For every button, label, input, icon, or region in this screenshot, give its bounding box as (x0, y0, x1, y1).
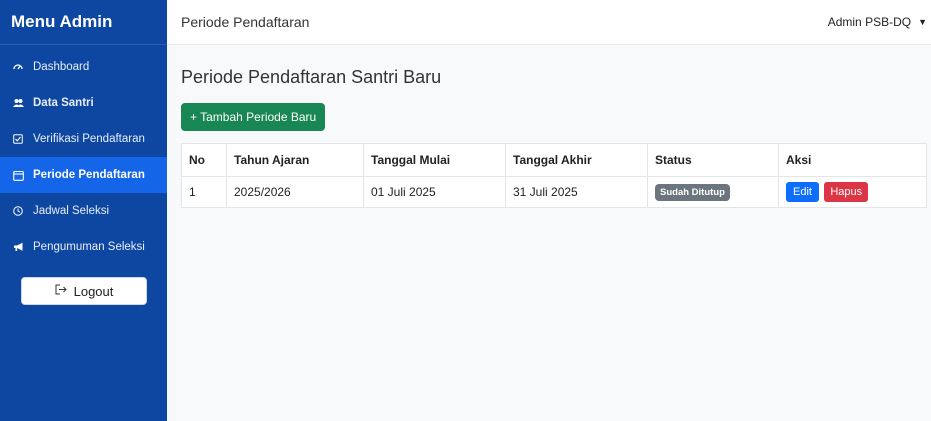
cell-no: 1 (181, 176, 227, 208)
sidebar: Menu Admin Dashboard Data Santri Verifik… (0, 0, 167, 421)
cell-tanggal-akhir: 31 Juli 2025 (505, 176, 648, 208)
user-menu-dropdown[interactable]: Admin PSB-DQ ▼ (828, 15, 927, 29)
sidebar-item-label: Pengumuman Seleksi (33, 241, 145, 253)
megaphone-icon (11, 242, 25, 252)
topbar-title: Periode Pendaftaran (181, 14, 310, 30)
content-area: Periode Pendaftaran Santri Baru + Tambah… (167, 45, 931, 208)
period-table: No Tahun Ajaran Tanggal Mulai Tanggal Ak… (181, 143, 927, 208)
cell-aksi: Edit Hapus (778, 176, 927, 208)
sidebar-item-jadwal[interactable]: Jadwal Seleksi (0, 193, 167, 229)
logout-icon (55, 284, 67, 298)
status-badge: Sudah Ditutup (655, 183, 730, 201)
column-header-tanggal-mulai: Tanggal Mulai (363, 143, 506, 177)
cell-tahun-ajaran: 2025/2026 (226, 176, 364, 208)
sidebar-item-verifikasi[interactable]: Verifikasi Pendaftaran (0, 121, 167, 157)
sidebar-item-label: Verifikasi Pendaftaran (33, 133, 145, 145)
sidebar-item-periode[interactable]: Periode Pendaftaran (0, 157, 167, 193)
sidebar-item-pengumuman[interactable]: Pengumuman Seleksi (0, 229, 167, 265)
edit-button[interactable]: Edit (786, 182, 819, 202)
app-root: Menu Admin Dashboard Data Santri Verifik… (0, 0, 931, 421)
check-square-icon (11, 134, 25, 144)
sidebar-item-label: Data Santri (33, 97, 94, 109)
sidebar-menu: Dashboard Data Santri Verifikasi Pendaft… (0, 45, 167, 265)
sidebar-item-label: Jadwal Seleksi (33, 205, 110, 217)
sidebar-item-label: Periode Pendaftaran (33, 169, 145, 181)
table-header-row: No Tahun Ajaran Tanggal Mulai Tanggal Ak… (181, 143, 927, 177)
topbar: Periode Pendaftaran Admin PSB-DQ ▼ (167, 0, 931, 45)
main-area: Periode Pendaftaran Admin PSB-DQ ▼ Perio… (167, 0, 931, 421)
clock-icon (11, 206, 25, 216)
cell-tanggal-mulai: 01 Juli 2025 (363, 176, 506, 208)
logout-wrapper: Logout (0, 265, 167, 305)
dashboard-icon (11, 62, 25, 72)
calendar-icon (11, 170, 25, 181)
users-icon (11, 98, 25, 108)
column-header-tanggal-akhir: Tanggal Akhir (505, 143, 648, 177)
column-header-tahun-ajaran: Tahun Ajaran (226, 143, 364, 177)
logout-button[interactable]: Logout (21, 277, 147, 305)
sidebar-title: Menu Admin (0, 0, 167, 45)
caret-down-icon: ▼ (918, 17, 927, 27)
page-title: Periode Pendaftaran Santri Baru (181, 67, 442, 87)
logout-label: Logout (73, 283, 114, 299)
delete-button[interactable]: Hapus (824, 182, 869, 202)
sidebar-item-dashboard[interactable]: Dashboard (0, 49, 167, 85)
cell-status: Sudah Ditutup (647, 176, 779, 208)
sidebar-item-label: Dashboard (33, 61, 90, 73)
table-row: 1 2025/2026 01 Juli 2025 31 Juli 2025 Su… (181, 176, 927, 208)
column-header-aksi: Aksi (778, 143, 927, 177)
sidebar-item-data-santri[interactable]: Data Santri (0, 85, 167, 121)
column-header-status: Status (647, 143, 779, 177)
add-period-button[interactable]: + Tambah Periode Baru (181, 103, 326, 131)
column-header-no: No (181, 143, 227, 177)
user-name: Admin PSB-DQ (827, 15, 912, 29)
